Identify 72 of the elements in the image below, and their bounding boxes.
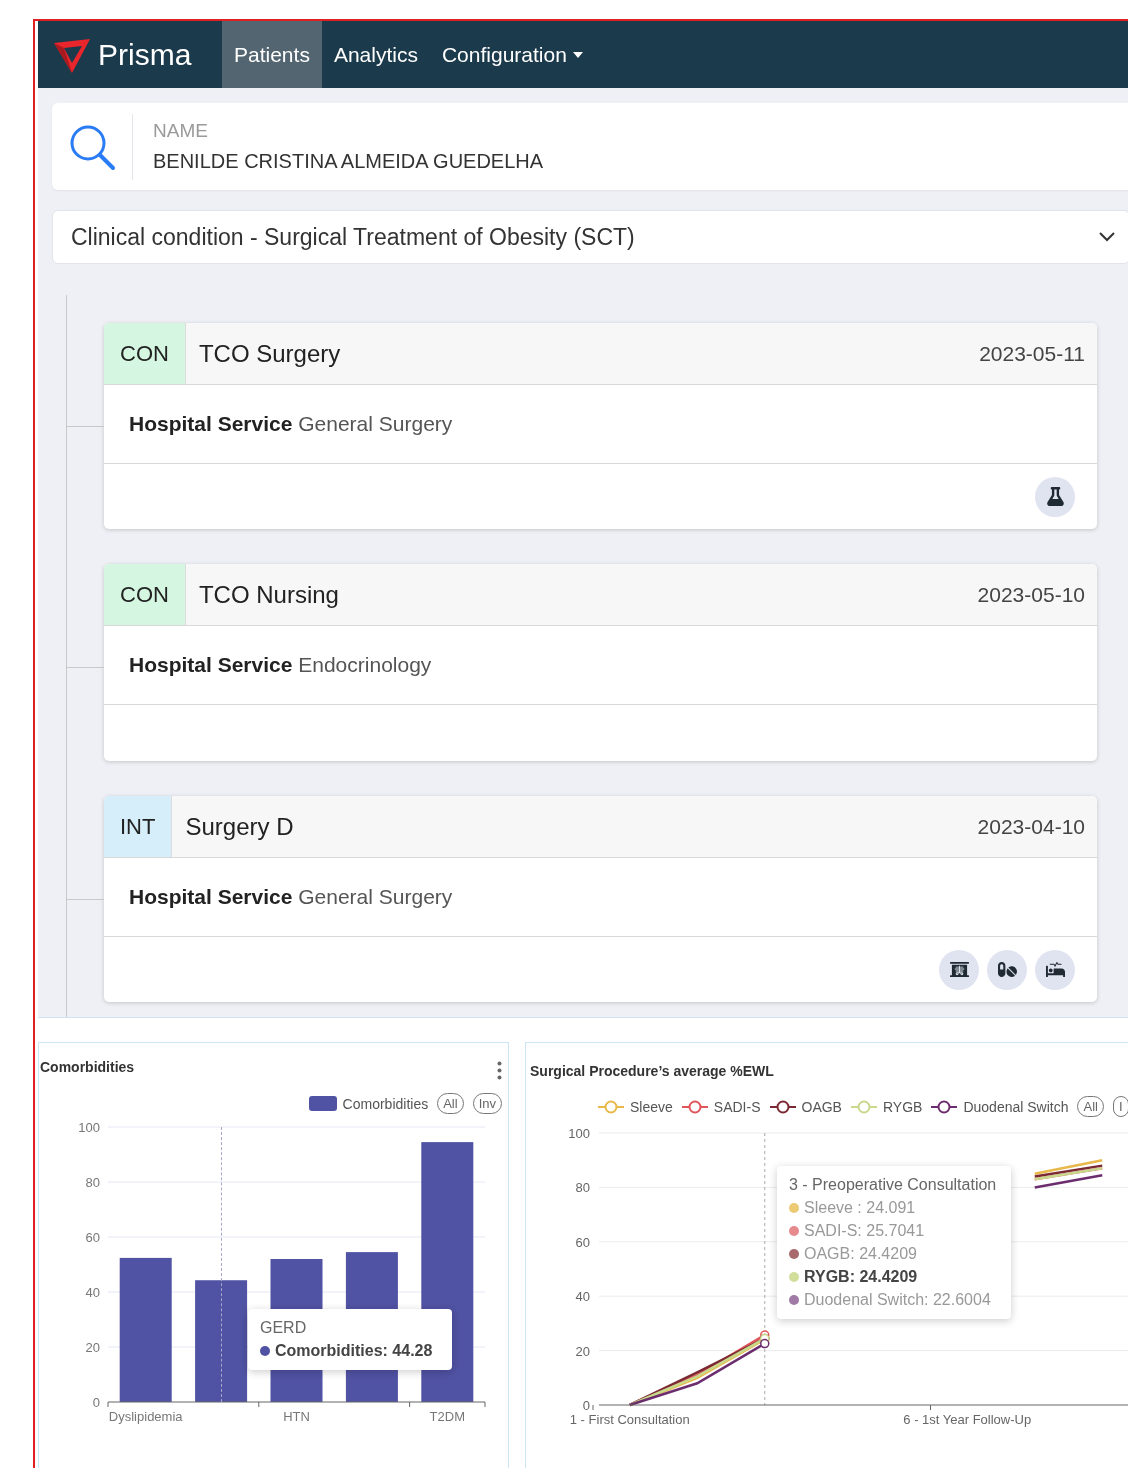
legend-toggle[interactable]: All xyxy=(437,1093,464,1114)
encounter-date: 2023-05-11 xyxy=(979,340,1086,367)
pills-button[interactable] xyxy=(987,949,1027,990)
type-badge: INT xyxy=(104,796,173,857)
nav-tab[interactable]: Patients xyxy=(222,21,322,88)
encounter-title: TCO Nursing xyxy=(197,579,340,610)
axis-label: 0 xyxy=(582,1398,590,1413)
panel-title: Comorbidities xyxy=(39,1058,135,1075)
x-ray-button[interactable] xyxy=(939,949,979,990)
legend-toggle[interactable]: Inv xyxy=(472,1093,502,1114)
nav-tab[interactable]: Analytics xyxy=(321,21,430,88)
patient-name: BENILDE CRISTINA ALMEIDA GUEDELHA xyxy=(153,150,544,173)
legend-item[interactable]: OAGB xyxy=(769,1098,842,1115)
tooltip-row: OAGB: 24.4209 xyxy=(789,1245,999,1263)
axis-label: Dyslipidemia xyxy=(108,1409,183,1424)
tooltip-row: Comorbidities: 44.28 xyxy=(260,1342,440,1360)
hospital-service: Hospital Service General Surgery xyxy=(129,412,453,436)
axis-label: 80 xyxy=(575,1180,590,1196)
encounter-title: Surgery D xyxy=(184,811,295,842)
type-badge: CON xyxy=(104,564,186,625)
legend-icon xyxy=(850,1099,877,1114)
tooltip-row: Sleeve : 24.091 xyxy=(789,1199,999,1217)
encounter-title: TCO Surgery xyxy=(197,338,342,369)
legend-icon xyxy=(681,1099,708,1114)
axis-label: 6 - 1st Year Follow-Up xyxy=(903,1412,1032,1427)
legend-icon xyxy=(308,1096,337,1111)
axis-label: 40 xyxy=(575,1289,590,1305)
axis-label: 60 xyxy=(85,1230,100,1245)
type-badge: CON xyxy=(104,323,186,384)
axis-label: 20 xyxy=(85,1340,100,1355)
tooltip-title: 3 - Preoperative Consultation xyxy=(789,1176,998,1194)
axis-label: 100 xyxy=(568,1126,590,1141)
axis-label: 20 xyxy=(575,1343,590,1359)
legend-toggle[interactable]: I xyxy=(1112,1096,1128,1117)
panel-title: Surgical Procedure’s average %EWL xyxy=(529,1062,774,1079)
axis-label: 60 xyxy=(575,1234,590,1250)
legend-icon xyxy=(769,1099,796,1114)
chevron-icon xyxy=(1099,232,1115,242)
hospital-service: Hospital Service General Surgery xyxy=(129,885,453,909)
axis-label: 100 xyxy=(78,1120,100,1135)
axis-label: T2DM xyxy=(429,1409,465,1424)
legend-item[interactable]: Sleeve xyxy=(598,1098,673,1115)
axis-label: 0 xyxy=(92,1395,100,1410)
tooltip-title: GERD xyxy=(260,1319,308,1337)
axis-label: 40 xyxy=(85,1285,100,1300)
hospital-bed-icon xyxy=(1045,960,1065,979)
more-icon[interactable] xyxy=(497,1061,502,1080)
axis-label: HTN xyxy=(283,1409,310,1424)
axis-label: 80 xyxy=(85,1175,100,1190)
field-label: NAME xyxy=(153,120,209,142)
encounter-date: 2023-04-10 xyxy=(977,813,1086,840)
tooltip-row: RYGB: 24.4209 xyxy=(789,1268,999,1286)
legend-item[interactable]: Duodenal Switch xyxy=(931,1098,1069,1115)
legend-icon xyxy=(598,1099,624,1114)
x-ray-icon xyxy=(949,960,969,979)
legend-item[interactable]: SADI-S xyxy=(681,1098,761,1115)
flask-button[interactable] xyxy=(1035,476,1075,517)
hospital-service: Hospital Service Endocrinology xyxy=(129,653,432,677)
encounter-date: 2023-05-10 xyxy=(977,581,1086,608)
brand-name: Prisma xyxy=(98,37,192,72)
legend-item[interactable]: RYGB xyxy=(850,1098,923,1115)
legend-icon xyxy=(931,1099,958,1114)
pills-icon xyxy=(997,960,1017,979)
nav-tab[interactable]: Configuration xyxy=(429,21,595,88)
flask-icon xyxy=(1045,487,1065,506)
tooltip-row: SADI-S: 25.7041 xyxy=(789,1222,999,1240)
condition-select[interactable]: Clinical condition - Surgical Treatment of Obesity (SCT) xyxy=(52,210,1128,264)
axis-label: 1 - First Consultation xyxy=(569,1412,690,1427)
hospital-bed-button[interactable] xyxy=(1035,949,1075,990)
legend-toggle[interactable]: All xyxy=(1077,1096,1104,1117)
legend-item[interactable]: Comorbidities xyxy=(308,1095,429,1112)
tooltip-row: Duodenal Switch: 22.6004 xyxy=(789,1291,999,1309)
